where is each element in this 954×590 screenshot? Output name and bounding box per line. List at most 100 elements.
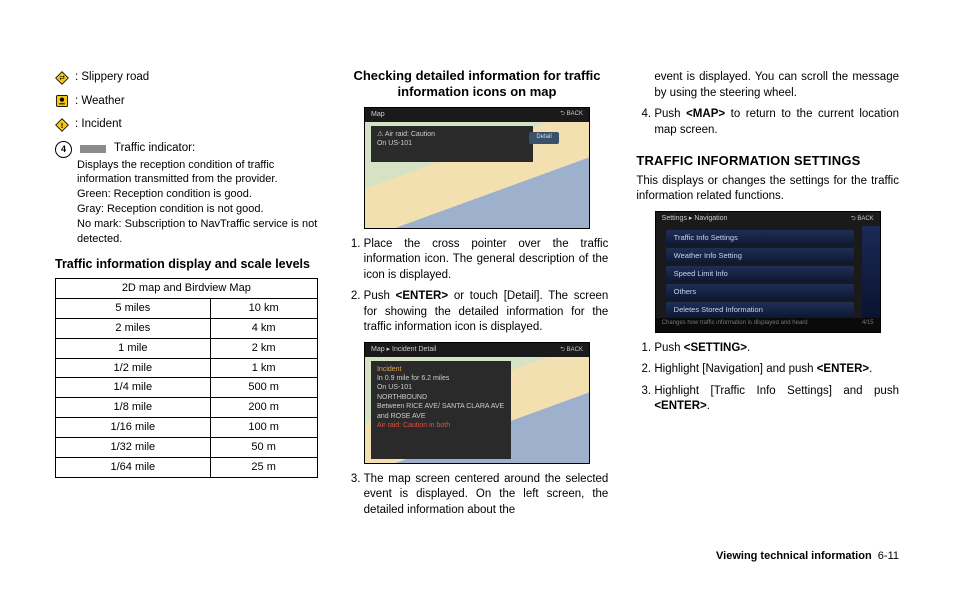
settings-heading: TRAFFIC INFORMATION SETTINGS [636,152,899,170]
section-heading: Checking detailed information for traffi… [346,68,609,101]
steps-list-cont: Push <MAP> to return to the current loca… [636,107,899,138]
steps-list: Place the cross pointer over the traffic… [346,237,609,336]
scroll-sidebar-icon [862,226,880,318]
overlay-line: ⚠ Air raid: Caution [377,130,527,139]
table-cell: 1 km [210,358,317,378]
table-header: 2D map and Birdview Map [56,279,318,299]
list-item: Place the cross pointer over the traffic… [364,237,609,284]
list-item: Highlight [Traffic Info Settings] and pu… [654,384,899,415]
back-icon: ⮌ BACK [560,346,583,354]
list-item: Push <SETTING>. [654,341,899,357]
list-item: Push <MAP> to return to the current loca… [654,107,899,138]
table-cell: 1/32 mile [56,437,211,457]
back-icon: ⮌ BACK [851,215,874,223]
screenshot-footer: Changes how traffic information is displ… [656,318,880,332]
table-row: 1/8 mile200 m [56,398,318,418]
detail-overlay: Incident In 0.9 mile for 6.2 miles On US… [371,361,511,459]
footer-section: Viewing technical information [716,550,872,562]
table-cell: 100 m [210,418,317,438]
menu-item: Weather Info Setting [666,248,854,264]
list-item: Push <ENTER> or touch [Detail]. The scre… [364,289,609,336]
legend-label: : Weather [75,94,125,110]
column-2: Checking detailed information for traffi… [346,68,609,540]
column-1: ⇄ : Slippery road : Weather ! : Incident… [55,68,318,540]
table-cell: 5 miles [56,299,211,319]
settings-steps: Push <SETTING>. Highlight [Navigation] a… [636,341,899,415]
screenshot-topbar: Map ⮌ BACK [365,108,589,122]
overlay-title: Incident [377,365,505,374]
screenshot-title: Map [371,110,385,119]
screenshot-topbar: Map ▸ Incident Detail ⮌ BACK [365,343,589,357]
settings-intro: This displays or changes the settings fo… [636,174,899,205]
legend-weather: : Weather [55,94,318,110]
table-cell: 200 m [210,398,317,418]
overlay-line: NORTHBOUND [377,393,505,402]
legend-label: : Slippery road [75,70,149,86]
legend-slippery: ⇄ : Slippery road [55,70,318,86]
svg-text:⇄: ⇄ [59,75,64,82]
table-cell: 25 m [210,457,317,477]
footer-page: 6-11 [878,550,899,562]
list-item: The map screen centered around the selec… [364,472,609,519]
screenshot-topbar: Settings ▸ Navigation ⮌ BACK [656,212,880,226]
overlay-warning: Air raid: Caution in both [377,421,505,430]
settings-menu: Traffic Info Settings Weather Info Settin… [666,230,854,321]
screenshot-title: Map ▸ Incident Detail [371,345,436,354]
menu-item: Others [666,284,854,300]
svg-text:!: ! [61,121,64,130]
back-icon: ⮌ BACK [560,110,583,118]
column-3: event is displayed. You can scroll the m… [636,68,899,540]
table-row: 1/2 mile1 km [56,358,318,378]
screenshot-title: Settings ▸ Navigation [662,214,728,223]
continued-text: event is displayed. You can scroll the m… [654,70,899,101]
table-cell: 1/8 mile [56,398,211,418]
legend-label: : Incident [75,117,122,133]
table-row: 1/64 mile25 m [56,457,318,477]
column-layout: ⇄ : Slippery road : Weather ! : Incident… [55,68,899,540]
slippery-road-icon: ⇄ [55,71,69,85]
table-cell: 500 m [210,378,317,398]
table-row: 1/32 mile50 m [56,437,318,457]
traffic-indicator-block: 4 Traffic indicator: Displays the recept… [55,141,318,247]
detail-button: Detail [529,132,559,144]
overlay-line: Between RICE AVE/ SANTA CLARA AVE and RO… [377,402,505,421]
traffic-indicator-bar-icon [80,145,106,153]
callout-number-icon: 4 [55,141,72,158]
indicator-desc-1: Displays the reception condition of traf… [77,158,318,188]
menu-item: Traffic Info Settings [666,230,854,246]
steps-list-cont: The map screen centered around the selec… [346,472,609,519]
table-cell: 2 km [210,338,317,358]
manual-page: ⇄ : Slippery road : Weather ! : Incident… [0,0,954,590]
indicator-desc-2: Green: Reception condition is good. [77,187,318,202]
map-screenshot-2: Map ▸ Incident Detail ⮌ BACK Incident In… [364,342,590,464]
overlay-line: On US-101 [377,383,505,392]
weather-icon [55,94,69,108]
map-screenshot-1: Map ⮌ BACK ⚠ Air raid: Caution On US-101… [364,107,590,229]
page-footer: Viewing technical information 6-11 [55,550,899,562]
table-row: 2 miles4 km [56,318,318,338]
menu-item: Speed Limit Info [666,266,854,282]
indicator-label: Traffic indicator: [114,141,195,157]
table-row: 5 miles10 km [56,299,318,319]
table-cell: 1 mile [56,338,211,358]
table-row: 1/4 mile500 m [56,378,318,398]
table-cell: 1/4 mile [56,378,211,398]
list-item: Highlight [Navigation] and push <ENTER>. [654,362,899,378]
table-cell: 50 m [210,437,317,457]
scale-heading: Traffic information display and scale le… [55,257,318,273]
overlay-line: On US-101 [377,139,527,148]
table-cell: 10 km [210,299,317,319]
indicator-desc-4: No mark: Subscription to NavTraffic serv… [77,217,318,247]
table-cell: 1/64 mile [56,457,211,477]
menu-item: Deletes Stored Information [666,302,854,318]
info-overlay: ⚠ Air raid: Caution On US-101 [371,126,533,162]
table-cell: 4 km [210,318,317,338]
table-row: 1 mile2 km [56,338,318,358]
incident-icon: ! [55,118,69,132]
scale-table: 2D map and Birdview Map 5 miles10 km2 mi… [55,278,318,477]
table-cell: 1/16 mile [56,418,211,438]
table-cell: 2 miles [56,318,211,338]
table-cell: 1/2 mile [56,358,211,378]
table-row: 1/16 mile100 m [56,418,318,438]
settings-screenshot: Settings ▸ Navigation ⮌ BACK Traffic Inf… [655,211,881,333]
